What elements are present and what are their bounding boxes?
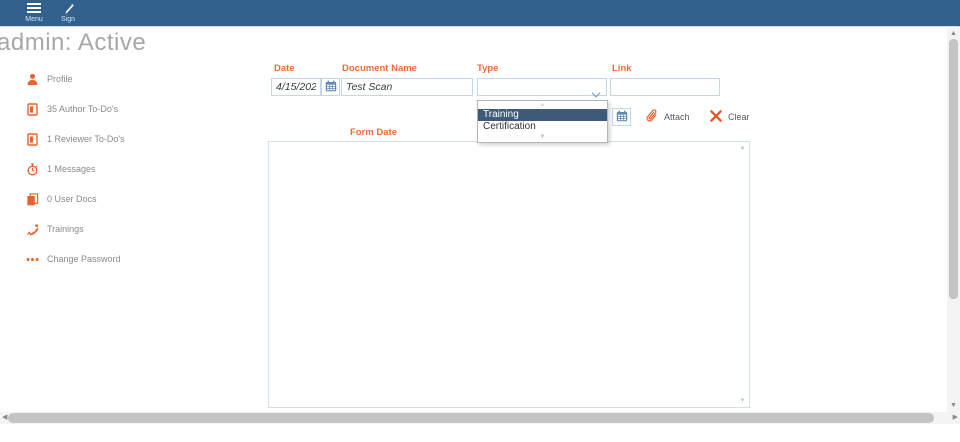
sidebar-item-change-password[interactable]: Change Password: [26, 252, 121, 266]
sidebar-item-label: 35 Author To-Do's: [47, 104, 118, 114]
menu-button[interactable]: Menu: [16, 3, 52, 26]
menu-button-label: Menu: [16, 16, 52, 23]
page-title: admin: Active: [0, 29, 146, 57]
type-label: Type: [477, 63, 498, 74]
author-todos-icon: [26, 103, 40, 116]
document-name-label: Document Name: [342, 63, 417, 74]
form-date-label: Form Date: [350, 127, 397, 138]
scroll-down-icon[interactable]: ▼: [736, 398, 749, 404]
sidebar-item-reviewer-todos[interactable]: 1 Reviewer To-Do's: [26, 132, 125, 146]
type-select[interactable]: [477, 78, 607, 96]
dropdown-option-training[interactable]: Training: [478, 109, 607, 121]
paperclip-icon: [646, 109, 658, 126]
sidebar-item-profile[interactable]: Profile: [26, 72, 73, 86]
calendar-icon: [325, 80, 337, 95]
link-input[interactable]: [610, 78, 720, 96]
clear-button-label: Clear: [728, 112, 750, 122]
date-label: Date: [274, 63, 295, 74]
sidebar-item-messages[interactable]: 1 Messages: [26, 162, 96, 176]
profile-icon: [26, 73, 40, 86]
trainings-icon: [26, 223, 40, 236]
scroll-up-icon[interactable]: ▲: [947, 30, 960, 37]
top-toolbar: Menu Sign: [0, 0, 960, 27]
attach-button[interactable]: Attach: [646, 109, 690, 125]
sidebar-item-author-todos[interactable]: 35 Author To-Do's: [26, 102, 118, 116]
sign-icon: [50, 3, 86, 15]
horizontal-scrollbar[interactable]: ◀ ▶: [0, 412, 960, 424]
sidebar-item-label: Change Password: [47, 254, 121, 264]
sidebar-item-trainings[interactable]: Trainings: [26, 222, 84, 236]
panel-scrollbar[interactable]: ▲ ▼: [736, 142, 749, 407]
sign-button[interactable]: Sign: [50, 3, 86, 26]
sidebar-item-label: 1 Reviewer To-Do's: [47, 134, 125, 144]
link-label: Link: [612, 63, 632, 74]
menu-icon: [16, 3, 52, 15]
dropdown-scroll-down-icon[interactable]: ▼: [478, 133, 607, 142]
sidebar-item-label: 1 Messages: [47, 164, 96, 174]
attach-button-label: Attach: [664, 112, 690, 122]
scroll-left-icon[interactable]: ◀: [2, 412, 7, 424]
date-calendar-button[interactable]: [321, 78, 340, 96]
clear-button[interactable]: Clear: [710, 109, 750, 125]
messages-icon: [26, 163, 40, 176]
scroll-right-icon[interactable]: ▶: [953, 412, 958, 424]
type-dropdown-list: ▲ Training Certification ▼: [477, 100, 608, 143]
sidebar-item-label: Profile: [47, 74, 73, 84]
app-window: Menu Sign admin: Active Profile 35 Autho…: [0, 0, 960, 442]
clear-x-icon: [710, 110, 722, 125]
change-password-icon: [26, 253, 40, 266]
calendar-icon: [616, 110, 628, 125]
sidebar-item-label: 0 User Docs: [47, 194, 97, 204]
horizontal-scrollbar-thumb[interactable]: [8, 413, 934, 423]
scroll-down-icon[interactable]: ▼: [947, 402, 960, 409]
date-input[interactable]: [271, 78, 321, 96]
vertical-scrollbar[interactable]: ▲ ▼: [947, 28, 960, 412]
form-date-calendar-button[interactable]: [612, 108, 631, 126]
dropdown-option-certification[interactable]: Certification: [478, 121, 607, 133]
vertical-scrollbar-thumb[interactable]: [949, 39, 958, 299]
sidebar-item-label: Trainings: [47, 224, 84, 234]
scroll-up-icon[interactable]: ▲: [736, 145, 749, 151]
sidebar-item-user-docs[interactable]: 0 User Docs: [26, 192, 97, 206]
form-content-panel[interactable]: ▲ ▼: [268, 141, 750, 408]
document-name-input[interactable]: [341, 78, 473, 96]
sign-button-label: Sign: [50, 16, 86, 23]
reviewer-todos-icon: [26, 133, 40, 146]
dropdown-scroll-up-icon[interactable]: ▲: [478, 101, 607, 109]
user-docs-icon: [26, 193, 40, 206]
